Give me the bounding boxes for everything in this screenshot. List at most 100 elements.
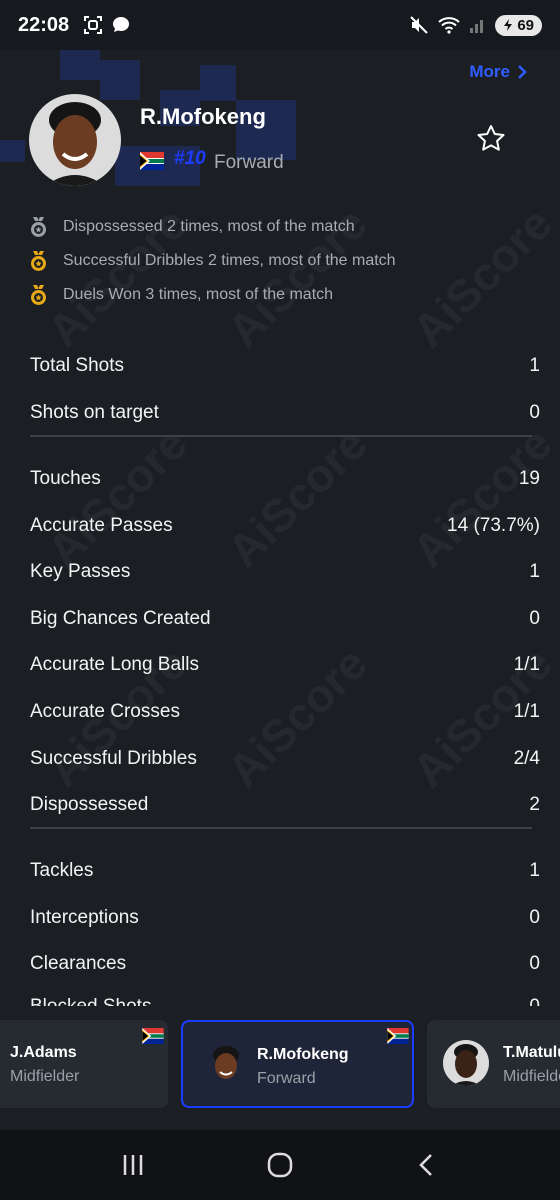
screenshot-icon — [84, 16, 103, 34]
stat-label: Blocked Shots — [30, 996, 151, 1006]
player-card-r-mofokeng[interactable]: R.Mofokeng Forward — [181, 1020, 414, 1108]
more-label: More — [469, 62, 510, 81]
system-nav-bar — [0, 1130, 560, 1200]
stat-row-shots-on-target: Shots on target 0 — [30, 402, 540, 424]
mute-icon — [410, 16, 429, 34]
stat-value: 1 — [529, 860, 540, 881]
stat-label: Clearances — [30, 953, 127, 974]
stat-value: 2/4 — [513, 748, 540, 769]
stat-value: 14 (73.7%) — [447, 515, 540, 536]
card-player-name: J.Adams — [10, 1044, 77, 1061]
battery-level: 69 — [517, 16, 534, 34]
stat-label: Tackles — [30, 860, 94, 881]
signal-icon — [470, 20, 484, 33]
section-divider — [30, 827, 532, 829]
player-photo — [29, 94, 121, 186]
card-player-position: Midfielder — [10, 1068, 80, 1085]
stat-label: Accurate Long Balls — [30, 654, 199, 675]
player-name: R.Mofokeng — [140, 104, 266, 129]
stat-label: Dispossessed — [30, 794, 149, 815]
stat-label: Total Shots — [30, 355, 124, 376]
stat-label: Big Chances Created — [30, 608, 211, 629]
stat-label: Successful Dribbles — [30, 748, 197, 769]
south-africa-flag-icon — [142, 1028, 164, 1044]
favorite-star-button[interactable] — [474, 122, 508, 156]
stat-value: 1/1 — [513, 654, 540, 675]
silver-medal-icon — [31, 217, 46, 237]
stat-label: Accurate Passes — [30, 515, 173, 536]
stat-label: Interceptions — [30, 907, 139, 928]
status-time: 22:08 — [18, 13, 70, 36]
stat-value: 0 — [529, 996, 540, 1006]
card-player-avatar — [203, 1042, 249, 1088]
wifi-icon — [438, 17, 460, 34]
home-icon[interactable] — [266, 1151, 294, 1179]
player-card-t-matuludi[interactable]: T.Matuludi Midfielder — [427, 1020, 560, 1108]
stat-row-key-passes: Key Passes 1 — [30, 561, 540, 583]
stat-value: 0 — [529, 402, 540, 423]
highlight-text: Successful Dribbles 2 times, most of the… — [63, 252, 396, 269]
stat-row-accurate-crosses: Accurate Crosses 1/1 — [30, 701, 540, 723]
shirt-number: #10 — [174, 148, 206, 169]
stat-row-interceptions: Interceptions 0 — [30, 907, 540, 929]
stat-value: 19 — [518, 468, 540, 489]
watermark: AiScore — [216, 416, 377, 577]
decorative-square — [100, 60, 140, 100]
south-africa-flag-icon — [140, 152, 164, 170]
decorative-square — [60, 50, 100, 80]
battery-icon — [504, 19, 513, 31]
stat-value: 1 — [529, 561, 540, 582]
status-bar: 22:08 69 — [0, 0, 560, 50]
stat-row-accurate-passes: Accurate Passes 14 (73.7%) — [30, 515, 540, 537]
decorative-square — [0, 140, 25, 162]
stat-value: 0 — [529, 608, 540, 629]
gold-medal-icon — [31, 251, 46, 271]
stat-value: 1 — [529, 355, 540, 376]
back-icon[interactable] — [413, 1151, 441, 1179]
highlight-item: Successful Dribbles 2 times, most of the… — [28, 250, 396, 272]
chevron-right-icon — [518, 65, 527, 79]
player-card-j-adams[interactable]: J.Adams Midfielder — [0, 1020, 168, 1108]
stat-row-blocked-shots: Blocked Shots 0 — [30, 996, 540, 1006]
gold-medal-icon — [31, 285, 46, 305]
highlight-item: Duels Won 3 times, most of the match — [28, 284, 333, 306]
stat-row-dispossessed: Dispossessed 2 — [30, 794, 540, 816]
recent-apps-icon[interactable] — [119, 1151, 147, 1179]
highlight-text: Duels Won 3 times, most of the match — [63, 286, 334, 303]
stat-value: 0 — [529, 907, 540, 928]
watermark: AiScore — [401, 416, 560, 577]
card-player-position: Midfielder — [503, 1068, 560, 1085]
card-player-position: Forward — [257, 1070, 316, 1087]
player-avatar — [29, 94, 121, 186]
highlight-text: Dispossessed 2 times, most of the match — [63, 218, 355, 235]
battery-indicator: 69 — [495, 14, 542, 36]
stat-label: Key Passes — [30, 561, 131, 582]
highlight-item: Dispossessed 2 times, most of the match — [28, 216, 355, 238]
watermark: AiScore — [401, 196, 560, 357]
stat-row-tackles: Tackles 1 — [30, 860, 540, 882]
stat-value: 1/1 — [513, 701, 540, 722]
stat-row-big-chances-created: Big Chances Created 0 — [30, 608, 540, 630]
stat-row-total-shots: Total Shots 1 — [30, 355, 540, 377]
stat-label: Shots on target — [30, 402, 159, 423]
player-cards-strip[interactable]: J.Adams Midfielder R.Mofokeng Forward T.… — [0, 1006, 560, 1126]
south-africa-flag-icon — [387, 1028, 409, 1044]
stat-row-accurate-long-balls: Accurate Long Balls 1/1 — [30, 654, 540, 676]
chat-bubble-icon — [113, 17, 130, 32]
player-position: Forward — [214, 152, 284, 173]
stat-label: Accurate Crosses — [30, 701, 180, 722]
watermark: AiScore — [36, 416, 197, 577]
stat-row-clearances: Clearances 0 — [30, 953, 540, 975]
decorative-square — [200, 65, 236, 101]
star-icon — [477, 125, 505, 151]
stat-row-successful-dribbles: Successful Dribbles 2/4 — [30, 748, 540, 770]
more-link[interactable]: More — [469, 62, 528, 82]
stat-value: 0 — [529, 953, 540, 974]
card-player-avatar — [443, 1040, 489, 1086]
card-player-name: T.Matuludi — [503, 1044, 560, 1061]
stat-row-touches: Touches 19 — [30, 468, 540, 490]
section-divider — [30, 435, 532, 437]
card-player-name: R.Mofokeng — [257, 1046, 349, 1063]
stat-value: 2 — [529, 794, 540, 815]
stat-label: Touches — [30, 468, 101, 489]
